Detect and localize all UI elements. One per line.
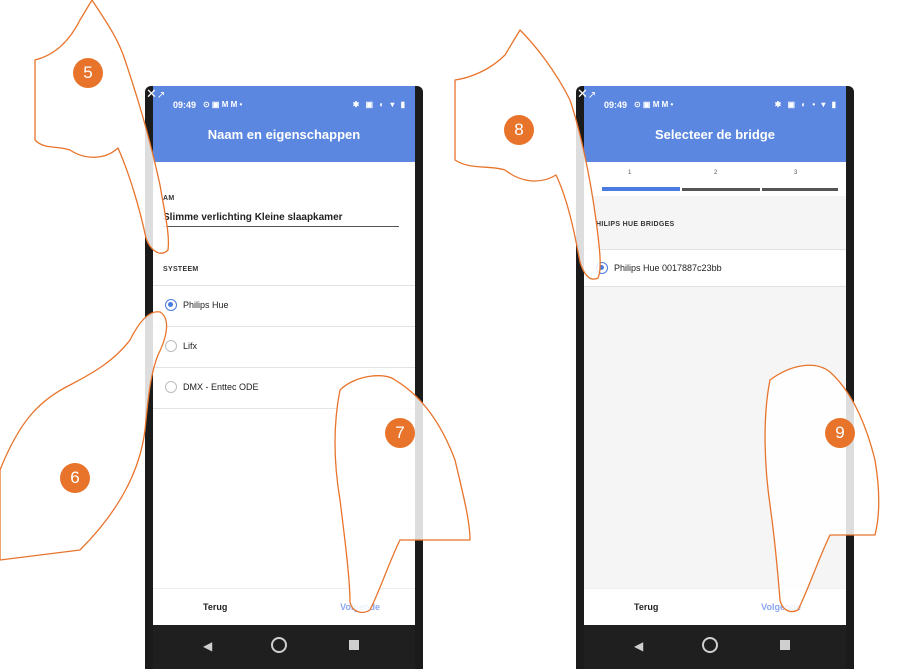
step-badge-7: 7 — [385, 418, 415, 448]
step-badge-5: 5 — [73, 58, 103, 88]
hand-6-shape — [0, 311, 168, 561]
hand-9-shape — [764, 364, 880, 613]
hand-5-shape — [34, 0, 170, 254]
step-badge-8: 8 — [504, 115, 534, 145]
hand-illustrations — [0, 0, 880, 613]
step-badge-9: 9 — [825, 418, 855, 448]
step-badge-6: 6 — [60, 463, 90, 493]
hand-8-shape — [454, 29, 601, 280]
hand-7-shape — [334, 375, 471, 613]
